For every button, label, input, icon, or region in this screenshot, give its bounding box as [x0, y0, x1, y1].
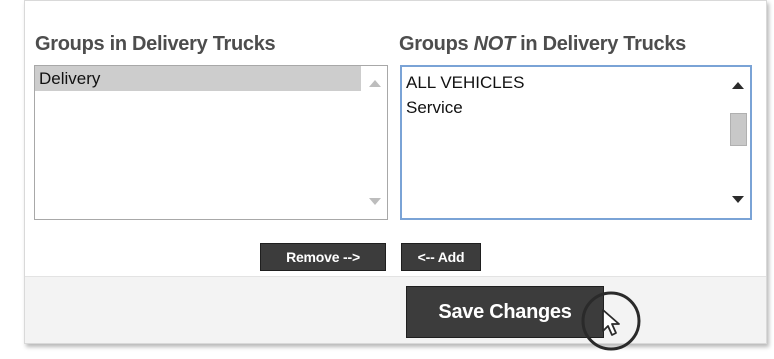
- hand-pointer-cursor-icon: [573, 288, 649, 354]
- groups-not-in-title: Groups NOT in Delivery Trucks: [399, 33, 686, 56]
- groups-not-in-title-emphasis: NOT: [473, 33, 516, 55]
- groups-not-in-listbox[interactable]: ALL VEHICLES Service: [400, 65, 752, 220]
- groups-not-in-title-suffix: in Delivery Trucks: [514, 33, 686, 55]
- list-item-service[interactable]: Service: [402, 95, 724, 120]
- scroll-up-arrow-icon[interactable]: [732, 82, 744, 89]
- footer-bar: [25, 276, 766, 343]
- groups-not-in-scrollbar[interactable]: [726, 67, 750, 218]
- scroll-down-arrow-icon[interactable]: [732, 196, 744, 203]
- list-item-all-vehicles[interactable]: ALL VEHICLES: [402, 70, 724, 95]
- scroll-up-arrow-icon[interactable]: [369, 80, 381, 87]
- scrollbar-thumb[interactable]: [730, 113, 747, 146]
- remove-button[interactable]: Remove -->: [260, 243, 386, 271]
- groups-in-listbox[interactable]: Delivery: [34, 65, 388, 220]
- groups-in-list: Delivery: [35, 66, 361, 219]
- groups-not-in-title-prefix: Groups: [399, 33, 474, 55]
- group-membership-panel: Groups in Delivery Trucks Delivery Group…: [24, 0, 767, 351]
- scroll-down-arrow-icon[interactable]: [369, 198, 381, 205]
- list-item-delivery[interactable]: Delivery: [35, 66, 361, 91]
- groups-in-title: Groups in Delivery Trucks: [35, 33, 276, 55]
- groups-not-in-list: ALL VEHICLES Service: [402, 67, 724, 218]
- add-button[interactable]: <-- Add: [401, 243, 481, 271]
- groups-in-scrollbar[interactable]: [363, 66, 387, 219]
